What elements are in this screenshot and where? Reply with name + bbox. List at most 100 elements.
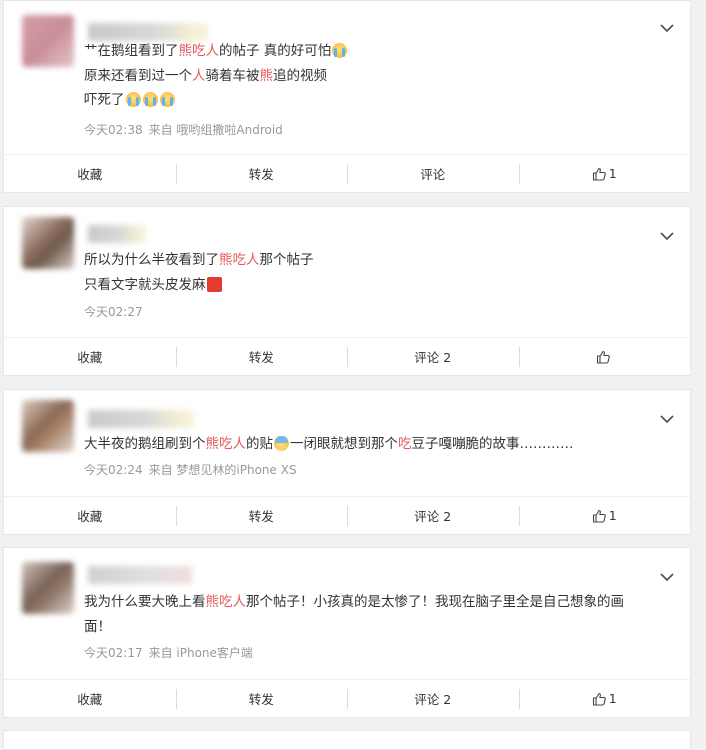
comment-text-span: 的贴 <box>246 436 273 452</box>
comment-text-span: 我为什么要大晚上看 <box>84 594 206 610</box>
like-button[interactable]: 1 <box>518 155 691 192</box>
comment-text-span: 原来还看到过一个 <box>84 67 192 84</box>
comment-source: 来自 梦想见林的iPhone XS <box>148 463 297 477</box>
collect-label: 收藏 <box>77 167 103 182</box>
highlight-keyword: 熊吃人 <box>205 436 247 452</box>
avatar[interactable] <box>22 562 74 614</box>
comment-button[interactable]: 评论 2 <box>347 338 519 375</box>
comment-card: 我为什么要大晚上看熊吃人那个帖子！小孩真的是太惨了！我现在脑子里全是自己想象的画… <box>3 547 691 718</box>
comment-line: 只看文字就头皮发麻 <box>84 273 664 298</box>
comment-text-span: 艹在鹅组看到了 <box>84 43 179 59</box>
comment-text-span: 那个帖子！小孩真的是太惨了！我现在脑子里全是自己想象的画 <box>246 594 624 610</box>
comment-text-span: 面！ <box>84 618 111 635</box>
username-blurred[interactable] <box>88 225 146 243</box>
chevron-down-icon[interactable] <box>660 572 674 582</box>
username-blurred[interactable] <box>88 410 194 428</box>
comment-time: 今天02:24 <box>84 463 143 477</box>
collect-label: 收藏 <box>77 692 103 707</box>
highlight-keyword: 熊 <box>259 67 274 84</box>
comment-button[interactable]: 评论 <box>347 155 519 192</box>
repost-button[interactable]: 转发 <box>175 155 348 192</box>
avatar[interactable] <box>22 217 74 269</box>
thumbs-up-icon <box>596 350 610 364</box>
collect-button[interactable]: 收藏 <box>4 497 176 534</box>
like-button[interactable]: 1 <box>518 680 691 717</box>
sos-emoji <box>206 276 222 292</box>
comment-time: 今天02:38 <box>84 123 143 137</box>
comment-line: 艹在鹅组看到了熊吃人的帖子 真的好可怕 <box>84 39 664 64</box>
comment-button[interactable]: 评论 2 <box>347 497 519 534</box>
comment-text-span: 大半夜的鹅组刷到个 <box>84 436 206 452</box>
comment-label: 评论 2 <box>414 692 452 707</box>
comment-label: 评论 2 <box>414 509 452 524</box>
comment-card-partial <box>3 730 691 750</box>
collect-label: 收藏 <box>77 509 103 524</box>
thumbs-up-icon <box>592 167 606 181</box>
comment-time: 今天02:17 <box>84 646 143 660</box>
comment-text-span: 所以为什么半夜看到了 <box>84 252 219 268</box>
highlight-keyword: 吃 <box>398 436 412 452</box>
collect-button[interactable]: 收藏 <box>4 338 176 375</box>
crying-face-emoji <box>142 92 158 107</box>
comment-card: 艹在鹅组看到了熊吃人的帖子 真的好可怕 原来还看到过一个人骑着车被熊追的视频 吓死了… <box>3 0 691 193</box>
like-count: 1 <box>608 166 617 181</box>
comment-line: 面！ <box>84 615 664 640</box>
comment-card: 大半夜的鹅组刷到个熊吃人的贴 一闭眼就想到那个吃豆子嘎嘣脆的故事………… 今天02… <box>3 389 691 535</box>
repost-label: 转发 <box>248 692 274 707</box>
like-button[interactable] <box>518 338 691 375</box>
highlight-keyword: 熊吃人 <box>205 594 247 610</box>
comment-source: 来自 哦哟组撒啦Android <box>148 123 283 137</box>
crying-face-emoji <box>332 43 348 58</box>
like-button[interactable]: 1 <box>518 497 691 534</box>
comment-meta: 今天02:38 来自 哦哟组撒啦Android <box>84 121 283 138</box>
collect-button[interactable]: 收藏 <box>4 155 176 192</box>
comment-text-span: 吓死了 <box>84 92 125 108</box>
repost-label: 转发 <box>248 167 274 182</box>
comment-line: 我为什么要大晚上看熊吃人那个帖子！小孩真的是太惨了！我现在脑子里全是自己想象的画 <box>84 590 664 615</box>
thumbs-up-icon <box>592 509 606 523</box>
crying-face-emoji <box>159 92 175 107</box>
comment-line: 所以为什么半夜看到了熊吃人那个帖子 <box>84 248 664 273</box>
comment-text-span: 的帖子 真的好可怕 <box>219 43 332 59</box>
highlight-keyword: 熊吃人 <box>219 252 260 268</box>
like-count: 1 <box>608 691 617 706</box>
avatar[interactable] <box>22 400 74 452</box>
action-bar: 收藏 转发 评论 1 <box>4 154 690 192</box>
chevron-down-icon[interactable] <box>660 231 674 241</box>
comment-text: 大半夜的鹅组刷到个熊吃人的贴 一闭眼就想到那个吃豆子嘎嘣脆的故事………… <box>84 432 664 457</box>
comment-source: 来自 iPhone客户端 <box>148 646 253 660</box>
comment-text-span: 豆子嘎嘣脆的故事………… <box>411 436 574 452</box>
comment-line: 吓死了 <box>84 88 664 113</box>
comment-line: 原来还看到过一个人骑着车被熊追的视频 <box>84 64 664 89</box>
comment-text-span: 只看文字就头皮发麻 <box>84 276 206 293</box>
repost-button[interactable]: 转发 <box>175 338 348 375</box>
comment-text: 艹在鹅组看到了熊吃人的帖子 真的好可怕 原来还看到过一个人骑着车被熊追的视频 吓死了 <box>84 39 664 113</box>
comment-text-span: 骑着车被 <box>205 67 260 84</box>
action-bar: 收藏 转发 评论 2 1 <box>4 679 690 717</box>
comment-label: 评论 <box>420 167 446 182</box>
thumbs-up-icon <box>592 692 606 706</box>
chevron-down-icon[interactable] <box>660 414 674 424</box>
comment-text: 我为什么要大晚上看熊吃人那个帖子！小孩真的是太惨了！我现在脑子里全是自己想象的画… <box>84 590 664 639</box>
comment-time: 今天02:27 <box>84 305 143 319</box>
comment-meta: 今天02:17 来自 iPhone客户端 <box>84 644 253 661</box>
comment-text-span: 追的视频 <box>273 67 327 84</box>
action-bar: 收藏 转发 评论 2 1 <box>4 496 690 534</box>
comment-text-span: 那个帖子 <box>259 252 314 268</box>
like-count: 1 <box>608 508 617 523</box>
repost-label: 转发 <box>248 509 274 524</box>
username-blurred[interactable] <box>88 566 192 584</box>
repost-button[interactable]: 转发 <box>175 680 348 717</box>
highlight-keyword: 人 <box>192 67 206 84</box>
comment-card: 所以为什么半夜看到了熊吃人那个帖子只看文字就头皮发麻 今天02:27 收藏 转发… <box>3 206 691 376</box>
action-bar: 收藏 转发 评论 2 <box>4 337 690 375</box>
comment-button[interactable]: 评论 2 <box>347 680 519 717</box>
comment-meta: 今天02:24 来自 梦想见林的iPhone XS <box>84 461 297 478</box>
avatar[interactable] <box>22 15 74 67</box>
repost-button[interactable]: 转发 <box>175 497 348 534</box>
comment-text: 所以为什么半夜看到了熊吃人那个帖子只看文字就头皮发麻 <box>84 248 664 297</box>
highlight-keyword: 熊吃人 <box>178 43 220 59</box>
chevron-down-icon[interactable] <box>660 23 674 33</box>
repost-label: 转发 <box>248 350 274 365</box>
collect-button[interactable]: 收藏 <box>4 680 176 717</box>
